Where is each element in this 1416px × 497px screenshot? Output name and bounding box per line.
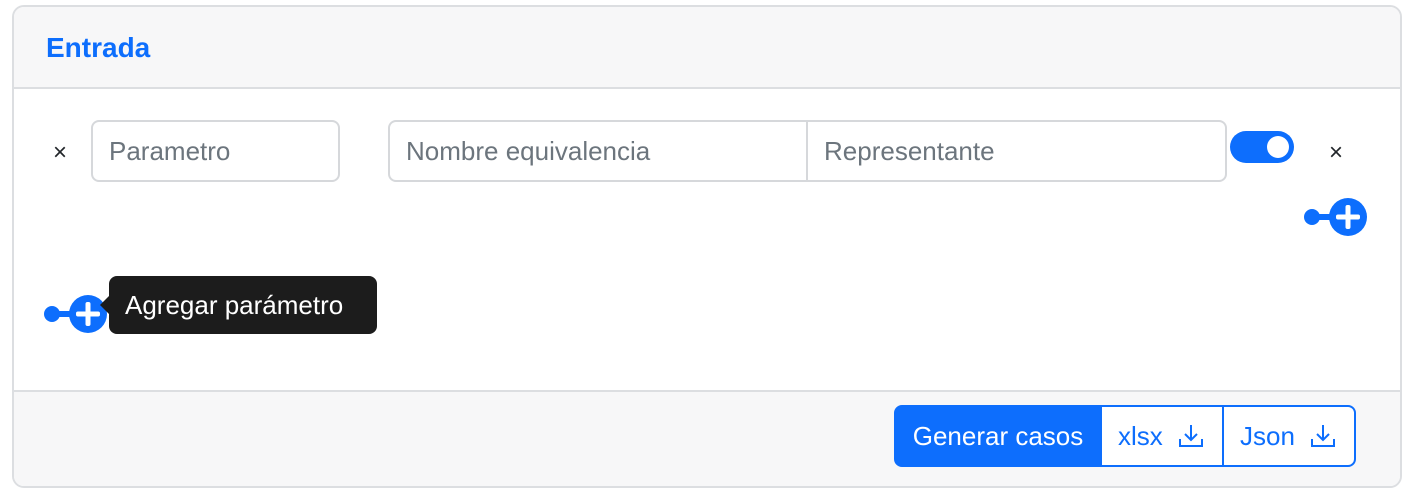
generate-cases-label: Generar casos <box>912 420 1084 451</box>
toggle-knob <box>1267 136 1289 158</box>
close-icon: × <box>52 139 67 166</box>
json-label: Json <box>1240 420 1295 451</box>
remove-equivalence-button[interactable]: × <box>1321 138 1351 168</box>
tooltip-arrow <box>100 296 109 314</box>
equivalence-toggle[interactable] <box>1230 131 1294 163</box>
download-json-button[interactable]: Json <box>1222 405 1356 467</box>
close-icon: × <box>1328 139 1343 166</box>
download-icon <box>1311 425 1335 447</box>
download-icon <box>1179 425 1203 447</box>
card-title: Entrada <box>46 32 151 63</box>
tooltip-text: Agregar parámetro <box>125 290 344 320</box>
parameter-input[interactable] <box>91 120 340 182</box>
add-equivalence-button[interactable] <box>1302 197 1372 239</box>
equivalence-name-input[interactable] <box>388 120 808 182</box>
add-circle-icon <box>1329 198 1367 236</box>
add-parameter-tooltip: Agregar parámetro <box>100 276 377 334</box>
download-xlsx-button[interactable]: xlsx <box>1100 405 1224 467</box>
generate-cases-button[interactable]: Generar casos <box>894 405 1102 467</box>
representative-input[interactable] <box>806 120 1227 182</box>
card-header: Entrada <box>14 7 1400 89</box>
xlsx-label: xlsx <box>1118 420 1163 451</box>
footer-button-group: Generar casos xlsx Json <box>894 405 1356 467</box>
remove-parameter-button[interactable]: × <box>45 138 75 168</box>
